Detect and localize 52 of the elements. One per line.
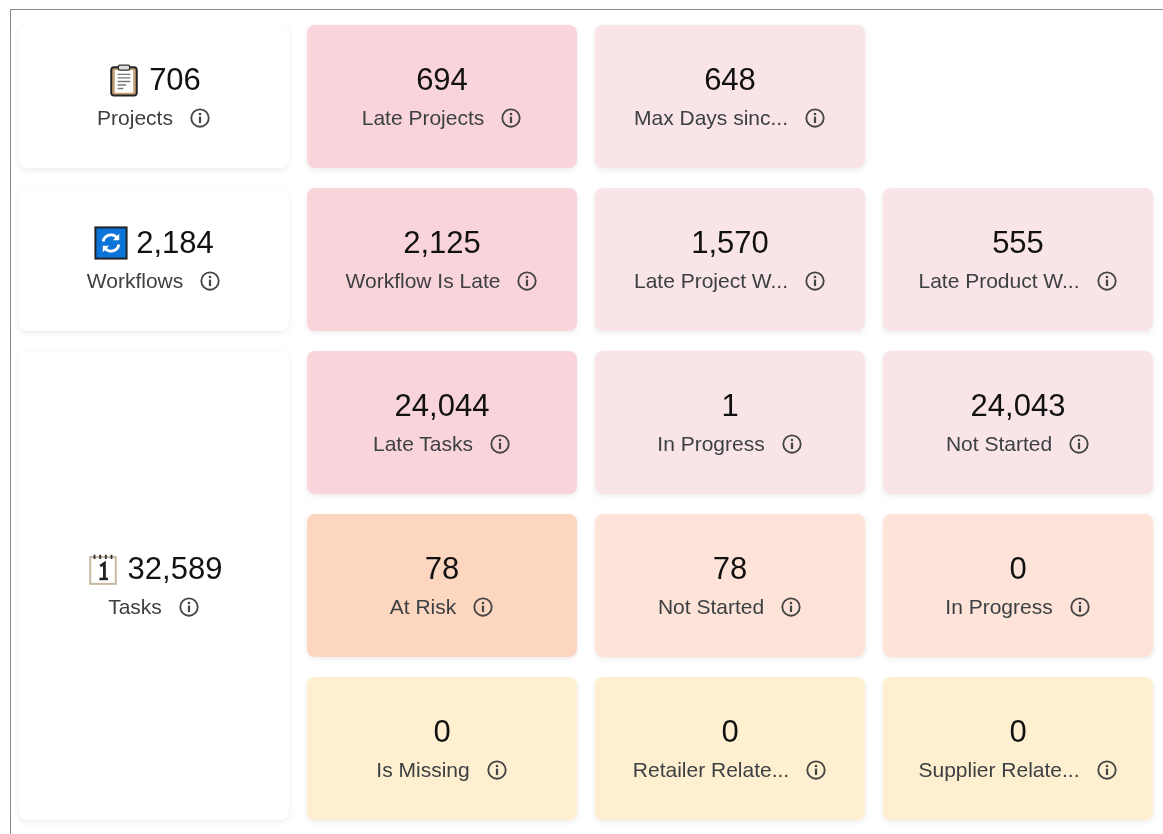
info-icon [472, 595, 495, 618]
metric-value: 0 [433, 714, 451, 749]
info-icon [1068, 595, 1091, 618]
metric-value: 24,043 [970, 388, 1066, 423]
metric-value: 78 [424, 551, 460, 586]
metric-label: Supplier Relate... [918, 756, 1080, 783]
metric-value: 0 [1009, 551, 1027, 586]
metric-label: Not Started [657, 593, 765, 620]
metric-label: In Progress [657, 430, 765, 457]
metric-label: Not Started [945, 430, 1053, 457]
metric-value: 0 [721, 714, 739, 749]
metric-value: 0 [1009, 714, 1027, 749]
info-icon [1095, 758, 1118, 781]
info-icon [199, 269, 222, 292]
metric-value: 648 [704, 62, 756, 97]
metric-label: Late Product W... [918, 267, 1080, 294]
metric-value: 706 [149, 62, 201, 97]
info-icon [188, 106, 211, 129]
metric-value: 32,589 [127, 551, 223, 586]
metric-label: Max Days sinc... [633, 104, 788, 131]
info-icon [516, 269, 539, 292]
info-icon [489, 432, 511, 455]
metric-label: Projects [97, 104, 173, 131]
metric-label: Retailer Relate... [632, 756, 790, 783]
metric-label: Late Project W... [633, 267, 789, 294]
info-icon [780, 595, 803, 618]
info-icon [500, 106, 523, 129]
metric-label: Late Tasks [373, 430, 473, 457]
info-icon [485, 758, 508, 781]
info-icon [804, 269, 827, 292]
metric-label: Workflow Is Late [345, 267, 501, 294]
metric-value: 694 [416, 62, 468, 97]
metric-value: 1 [721, 388, 739, 423]
metric-label: Workflows [86, 267, 184, 294]
metric-label: Is Missing [376, 756, 470, 783]
metric-value: 2,125 [403, 225, 481, 260]
metric-label: At Risk [389, 593, 457, 620]
metric-value: 1,570 [691, 225, 769, 260]
info-icon [780, 432, 803, 455]
info-icon [805, 758, 828, 781]
info-icon [804, 106, 826, 129]
metric-label: Late Projects [361, 104, 485, 131]
metric-value: 555 [992, 225, 1044, 260]
metric-value: 2,184 [136, 225, 214, 260]
info-icon [1095, 269, 1118, 292]
sync-icon [94, 225, 129, 260]
info-icon [177, 595, 200, 618]
info-icon [1068, 432, 1091, 455]
metric-label: In Progress [945, 593, 1053, 620]
metric-value: 78 [712, 551, 748, 586]
metric-value: 24,044 [394, 388, 490, 423]
metric-label: Tasks [108, 593, 162, 620]
